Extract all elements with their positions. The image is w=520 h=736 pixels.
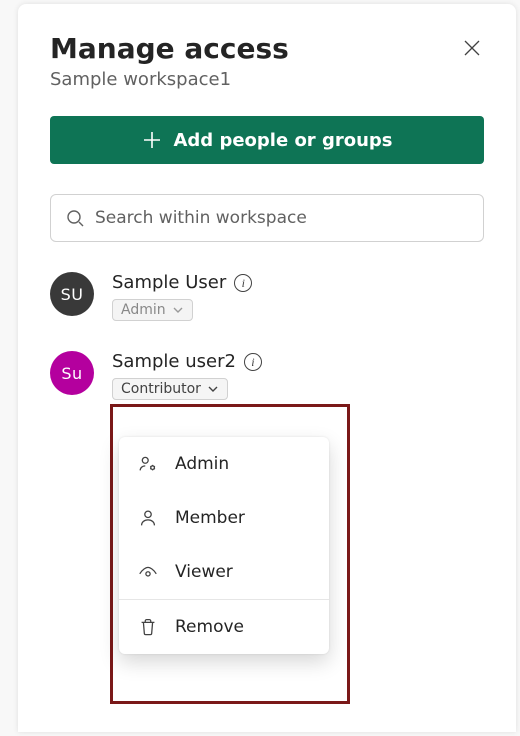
user-name-line: Sample User i — [112, 272, 252, 293]
role-select[interactable]: Contributor — [112, 378, 228, 400]
search-field[interactable] — [50, 194, 484, 242]
role-dropdown: Admin Member Viewer Remove — [119, 437, 329, 654]
role-chip-locked: Admin — [112, 299, 193, 321]
user-row: SU Sample User i Admin — [50, 272, 484, 321]
user-info: Sample User i Admin — [112, 272, 252, 321]
person-icon — [137, 507, 159, 529]
avatar: Su — [50, 351, 94, 395]
search-input[interactable] — [95, 208, 469, 228]
trash-icon — [137, 616, 159, 638]
role-option-label: Member — [175, 508, 245, 528]
role-option-admin[interactable]: Admin — [119, 437, 329, 491]
role-option-label: Remove — [175, 617, 244, 637]
plus-icon — [141, 129, 163, 151]
chevron-down-icon — [172, 304, 184, 316]
panel-subtitle: Sample workspace1 — [50, 69, 484, 90]
user-name: Sample User — [112, 272, 226, 293]
user-row: Su Sample user2 i Contributor — [50, 351, 484, 400]
avatar: SU — [50, 272, 94, 316]
role-option-remove[interactable]: Remove — [119, 600, 329, 654]
role-option-member[interactable]: Member — [119, 491, 329, 545]
highlight-box: Admin Member Viewer Remove — [110, 404, 350, 704]
chevron-down-icon — [207, 383, 219, 395]
add-people-label: Add people or groups — [173, 130, 392, 151]
close-icon — [462, 38, 482, 58]
people-admin-icon — [137, 453, 159, 475]
user-list: SU Sample User i Admin Su Sample user2 i — [50, 272, 484, 400]
role-option-label: Viewer — [175, 562, 233, 582]
role-option-label: Admin — [175, 454, 229, 474]
role-label: Contributor — [121, 381, 201, 397]
user-name-line: Sample user2 i — [112, 351, 262, 372]
add-people-button[interactable]: Add people or groups — [50, 116, 484, 164]
user-name: Sample user2 — [112, 351, 236, 372]
info-icon[interactable]: i — [244, 353, 262, 371]
eye-icon — [137, 561, 159, 583]
role-option-viewer[interactable]: Viewer — [119, 545, 329, 599]
role-label: Admin — [121, 302, 166, 318]
user-info: Sample user2 i Contributor — [112, 351, 262, 400]
panel-title: Manage access — [50, 32, 484, 65]
search-icon — [65, 208, 85, 228]
panel-header: Manage access Sample workspace1 — [50, 32, 484, 90]
info-icon[interactable]: i — [234, 274, 252, 292]
close-button[interactable] — [458, 34, 486, 62]
